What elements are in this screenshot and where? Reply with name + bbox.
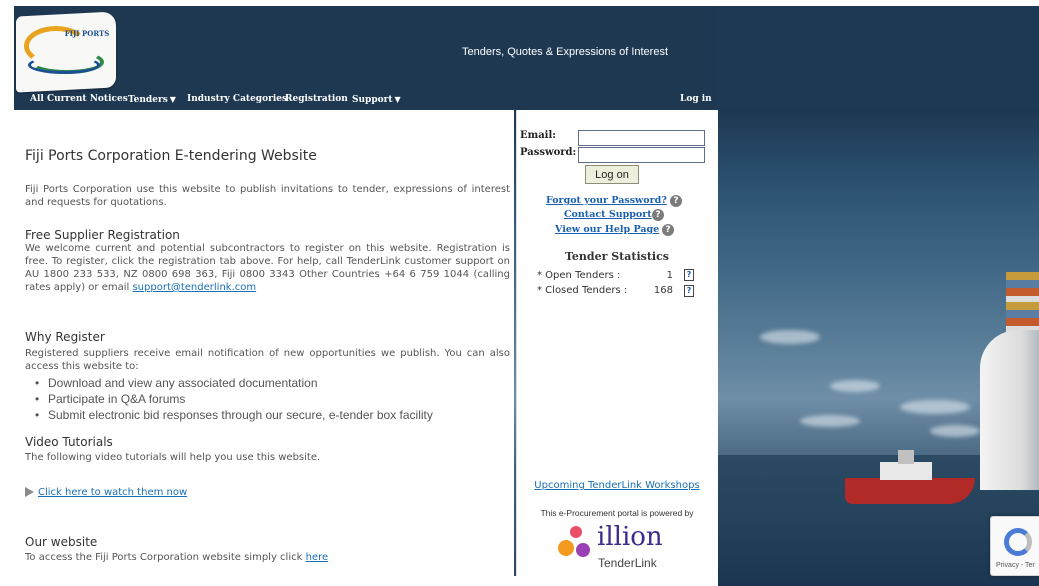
intro-text: Fiji Ports Corporation use this website … (25, 184, 510, 208)
closed-tenders-count: 168 (653, 285, 673, 296)
sidebar-bottom (514, 576, 718, 586)
password-field[interactable] (578, 147, 705, 163)
powered-by-text: This e-Procurement portal is powered by (540, 508, 694, 518)
nav-log-in[interactable]: Log in (680, 94, 712, 104)
nav-label: Registration (285, 94, 348, 104)
cloud (930, 425, 980, 437)
free-registration-text: We welcome current and potential subcont… (25, 242, 510, 294)
video-tutorials-text: The following video tutorials will help … (25, 452, 321, 463)
list-item: Submit electronic bid responses through … (48, 407, 433, 423)
header-tagline: Tenders, Quotes & Expressions of Interes… (461, 46, 669, 58)
cloud (760, 330, 820, 344)
caret-down-icon: ▼ (169, 94, 176, 104)
illion-logo-icon (558, 526, 590, 557)
open-tenders-count: 1 (666, 270, 673, 281)
open-tenders-label: * Open Tenders : (537, 270, 621, 281)
why-register-list: Download and view any associated documen… (48, 375, 433, 423)
contact-support-link[interactable]: Contact Support (564, 209, 652, 220)
nav-tenders[interactable]: Tenders ▼ (128, 94, 176, 105)
nav-label: Tenders (128, 95, 168, 105)
our-website-heading: Our website (25, 535, 98, 549)
help-icon[interactable]: ? (662, 224, 674, 236)
ship-hull (980, 330, 1039, 490)
recaptcha-icon (1004, 528, 1032, 556)
free-registration-heading: Free Supplier Registration (25, 228, 180, 242)
help-icon[interactable]: ? (670, 195, 682, 207)
document-icon[interactable]: ? (684, 285, 694, 297)
nav-label: All Current Notices (30, 94, 128, 104)
tugboat (845, 478, 975, 504)
play-icon (25, 487, 34, 497)
logo-swoosh-icon (28, 56, 100, 74)
help-icon[interactable]: ? (652, 209, 664, 221)
forgot-password-link[interactable]: Forgot your Password? (546, 195, 667, 206)
tugboat-cabin (880, 462, 932, 480)
nav-support[interactable]: Support ▼ (352, 94, 401, 105)
tugboat-mast (898, 450, 914, 464)
cloud (900, 400, 970, 414)
cloud (830, 380, 880, 392)
nav-industry-categories[interactable]: Industry Categories (187, 94, 287, 104)
list-item: Download and view any associated documen… (48, 375, 433, 391)
password-label: Password: (520, 147, 577, 158)
nav-registration[interactable]: Registration (285, 94, 348, 104)
our-website-text: To access the Fiji Ports Corporation web… (25, 551, 510, 564)
left-edge (0, 6, 14, 586)
page-title: Fiji Ports Corporation E-tendering Websi… (25, 148, 317, 164)
why-register-heading: Why Register (25, 330, 105, 344)
closed-tenders-label: * Closed Tenders : (537, 285, 628, 296)
header-band-right (718, 6, 1039, 108)
upcoming-workshops-link[interactable]: Upcoming TenderLink Workshops (516, 480, 718, 491)
nav-label: Industry Categories (187, 94, 288, 104)
our-website-body: To access the Fiji Ports Corporation web… (25, 552, 306, 563)
help-page-link[interactable]: View our Help Page (555, 224, 659, 235)
why-register-text: Registered suppliers receive email notif… (25, 348, 510, 372)
document-icon[interactable]: ? (684, 269, 694, 281)
watch-videos-link[interactable]: Click here to watch them now (38, 487, 187, 498)
free-registration-body: We welcome current and potential subcont… (25, 243, 510, 293)
main-nav: All Current Notices Tenders ▼ Industry Ca… (14, 94, 718, 108)
log-on-button[interactable]: Log on (585, 165, 639, 184)
caret-down-icon: ▼ (394, 94, 401, 104)
tender-statistics-heading: Tender Statistics (565, 250, 669, 263)
list-item: Participate in Q&A forums (48, 391, 433, 407)
illion-brand-text: illion (597, 522, 663, 552)
cloud (800, 415, 860, 427)
recaptcha-privacy-text[interactable]: Privacy - Ter (996, 562, 1035, 569)
nav-label: Support (352, 95, 393, 105)
nav-all-current-notices[interactable]: All Current Notices (30, 94, 128, 104)
logo-text: FIJI PORTS (64, 29, 110, 38)
watch-videos-row: Click here to watch them now (25, 487, 187, 498)
email-label: Email: (520, 130, 556, 141)
video-tutorials-heading: Video Tutorials (25, 435, 113, 449)
website-here-link[interactable]: here (306, 552, 329, 563)
support-email-link[interactable]: support@tenderlink.com (132, 282, 256, 293)
tenderlink-brand-text: TenderLink (598, 556, 657, 570)
email-field[interactable] (578, 130, 705, 146)
